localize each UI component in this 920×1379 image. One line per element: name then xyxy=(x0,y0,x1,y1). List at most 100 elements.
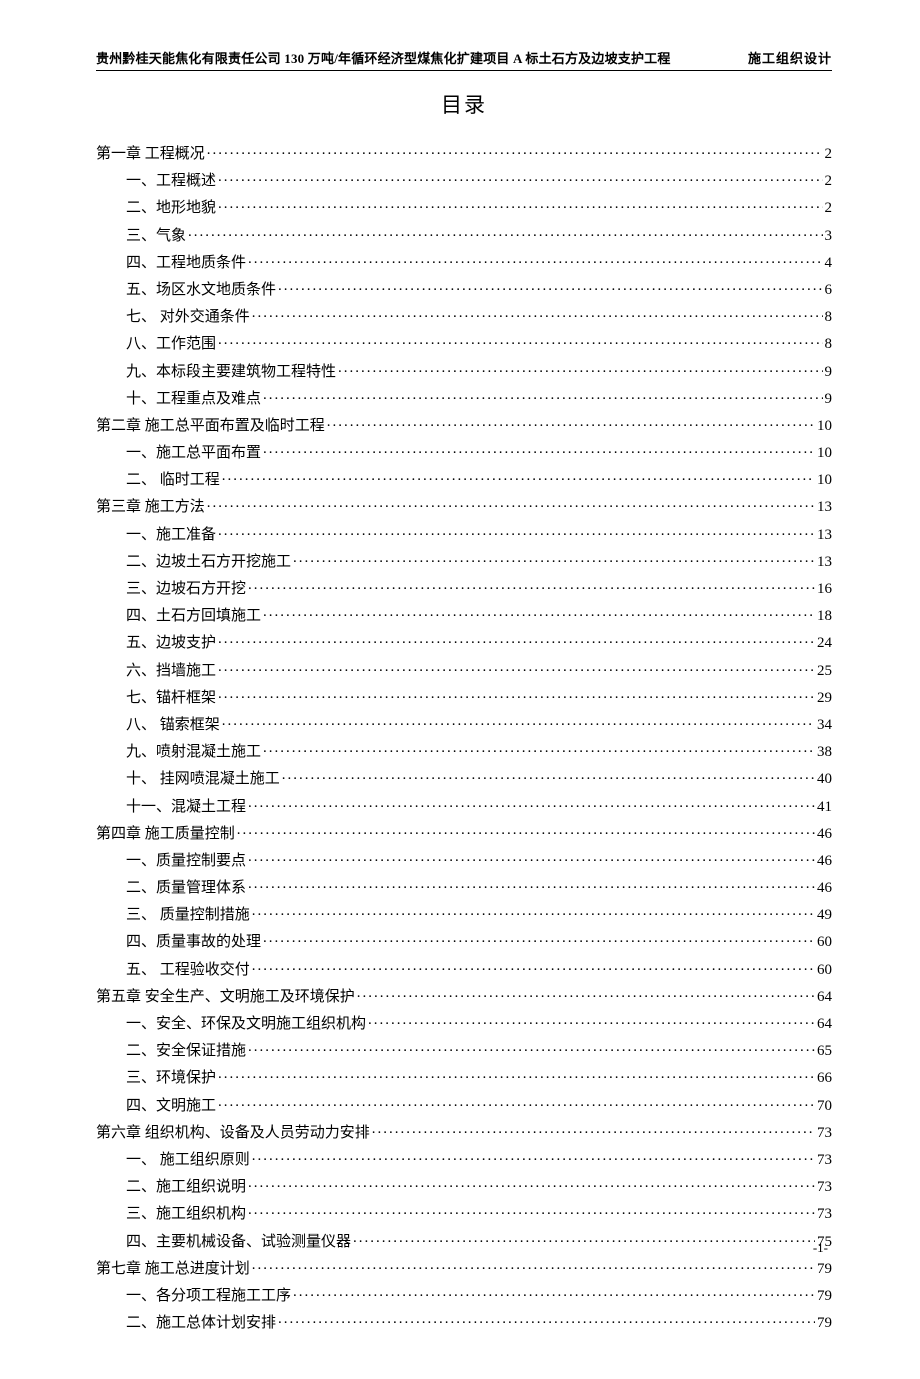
toc-entry-label: 第六章 组织机构、设备及人员劳动力安排 xyxy=(96,1126,370,1141)
toc-entry-page: 4 xyxy=(825,256,833,271)
toc-leader-dots xyxy=(293,1285,815,1300)
toc-entry: 七、 对外交通条件8 xyxy=(96,306,832,325)
toc-entry-label: 二、施工总体计划安排 xyxy=(126,1316,276,1331)
toc-leader-dots xyxy=(218,1095,815,1110)
toc-leader-dots xyxy=(252,1258,815,1273)
toc-leader-dots xyxy=(218,660,815,675)
toc-leader-dots xyxy=(368,1013,815,1028)
toc-entry: 五、边坡支护 24 xyxy=(96,632,832,651)
toc-entry-page: 13 xyxy=(817,555,832,570)
toc-entry-page: 70 xyxy=(817,1099,832,1114)
toc-entry-label: 第七章 施工总进度计划 xyxy=(96,1262,250,1277)
toc-entry-label: 第五章 安全生产、文明施工及环境保护 xyxy=(96,990,355,1005)
toc-leader-dots xyxy=(248,1203,815,1218)
toc-entry: 十一、混凝土工程41 xyxy=(96,796,832,815)
toc-leader-dots xyxy=(248,877,815,892)
toc-entry-label: 一、施工总平面布置 xyxy=(126,446,261,461)
toc-leader-dots xyxy=(207,496,815,511)
toc-entry-page: 3 xyxy=(825,229,833,244)
toc-entry-label: 二、安全保证措施 xyxy=(126,1044,246,1059)
toc-leader-dots xyxy=(222,714,815,729)
toc-entry: 八、 锚索框架34 xyxy=(96,714,832,733)
toc-entry: 一、施工准备13 xyxy=(96,524,832,543)
toc-entry-page: 10 xyxy=(817,446,832,461)
toc-entry-page: 46 xyxy=(817,854,832,869)
toc-entry-page: 10 xyxy=(817,473,832,488)
toc-entry-page: 79 xyxy=(817,1262,832,1277)
toc-entry-page: 49 xyxy=(817,908,832,923)
toc-entry-page: 40 xyxy=(817,772,832,787)
toc-entry-label: 二、 临时工程 xyxy=(126,473,220,488)
toc-entry-label: 四、质量事故的处理 xyxy=(126,935,261,950)
toc-entry-label: 七、 对外交通条件 xyxy=(126,310,250,325)
toc-leader-dots xyxy=(248,850,815,865)
toc-entry-page: 24 xyxy=(817,636,832,651)
toc-entry-label: 二、边坡土石方开挖施工 xyxy=(126,555,291,570)
toc-entry-label: 三、施工组织机构 xyxy=(126,1207,246,1222)
header-doc-type: 施工组织设计 xyxy=(748,48,832,67)
toc-entry-page: 64 xyxy=(817,1017,832,1032)
toc-leader-dots xyxy=(263,741,815,756)
toc-leader-dots xyxy=(353,1231,815,1246)
toc-entry: 第七章 施工总进度计划 79 xyxy=(96,1258,832,1277)
toc-entry-label: 十、 挂网喷混凝土施工 xyxy=(126,772,280,787)
toc-leader-dots xyxy=(357,986,815,1001)
toc-entry: 二、施工组织说明73 xyxy=(96,1176,832,1195)
toc-leader-dots xyxy=(218,333,822,348)
toc-entry-label: 四、土石方回填施工 xyxy=(126,609,261,624)
toc-entry-label: 五、 工程验收交付 xyxy=(126,963,250,978)
toc-leader-dots xyxy=(263,931,815,946)
toc-entry: 九、喷射混凝土施工38 xyxy=(96,741,832,760)
toc-leader-dots xyxy=(188,225,822,240)
toc-entry-label: 三、边坡石方开挖 xyxy=(126,582,246,597)
toc-entry-label: 四、文明施工 xyxy=(126,1099,216,1114)
toc-entry: 二、 临时工程 10 xyxy=(96,469,832,488)
toc-leader-dots xyxy=(248,796,815,811)
toc-entry-page: 60 xyxy=(817,935,832,950)
toc-entry-page: 60 xyxy=(817,963,832,978)
toc-entry-page: 46 xyxy=(817,881,832,896)
toc-entry-label: 六、挡墙施工 xyxy=(126,664,216,679)
toc-entry: 第五章 安全生产、文明施工及环境保护64 xyxy=(96,986,832,1005)
toc-leader-dots xyxy=(278,279,822,294)
toc-entry: 九、本标段主要建筑物工程特性9 xyxy=(96,361,832,380)
toc-leader-dots xyxy=(372,1122,815,1137)
toc-entry-page: 2 xyxy=(825,201,833,216)
toc-entry-label: 十、工程重点及难点 xyxy=(126,392,261,407)
toc-entry: 第四章 施工质量控制46 xyxy=(96,823,832,842)
toc-entry-label: 一、安全、环保及文明施工组织机构 xyxy=(126,1017,366,1032)
toc-entry: 一、工程概述2 xyxy=(96,170,832,189)
toc-entry-label: 第二章 施工总平面布置及临时工程 xyxy=(96,419,325,434)
toc-entry-label: 九、本标段主要建筑物工程特性 xyxy=(126,365,336,380)
page-number: -1- xyxy=(813,1240,828,1256)
toc-entry-page: 18 xyxy=(817,609,832,624)
toc-entry-label: 二、质量管理体系 xyxy=(126,881,246,896)
toc-entry: 三、 质量控制措施49 xyxy=(96,904,832,923)
toc-entry-label: 一、 施工组织原则 xyxy=(126,1153,250,1168)
toc-entry-label: 第一章 工程概况 xyxy=(96,147,205,162)
toc-leader-dots xyxy=(263,442,815,457)
toc-entry: 三、边坡石方开挖16 xyxy=(96,578,832,597)
toc-entry-page: 2 xyxy=(825,174,833,189)
toc-entry-label: 第四章 施工质量控制 xyxy=(96,827,235,842)
toc-leader-dots xyxy=(278,1312,815,1327)
toc-entry-page: 79 xyxy=(817,1316,832,1331)
toc-leader-dots xyxy=(218,524,815,539)
toc-entry-label: 四、主要机械设备、试验测量仪器 xyxy=(126,1235,351,1250)
toc-entry-page: 73 xyxy=(817,1153,832,1168)
toc-leader-dots xyxy=(218,632,815,647)
toc-entry: 一、各分项工程施工工序79 xyxy=(96,1285,832,1304)
toc-leader-dots xyxy=(218,687,815,702)
toc-entry-page: 65 xyxy=(817,1044,832,1059)
toc-entry: 二、边坡土石方开挖施工 13 xyxy=(96,551,832,570)
toc-leader-dots xyxy=(252,959,815,974)
toc-entry-label: 五、边坡支护 xyxy=(126,636,216,651)
toc-entry-page: 38 xyxy=(817,745,832,760)
toc-entry-page: 13 xyxy=(817,500,832,515)
toc-entry-label: 第三章 施工方法 xyxy=(96,500,205,515)
toc-entry-page: 2 xyxy=(825,147,833,162)
toc-leader-dots xyxy=(282,768,815,783)
toc-title: 目录 xyxy=(96,89,832,119)
header-underline xyxy=(96,70,832,71)
toc-entry-page: 73 xyxy=(817,1180,832,1195)
